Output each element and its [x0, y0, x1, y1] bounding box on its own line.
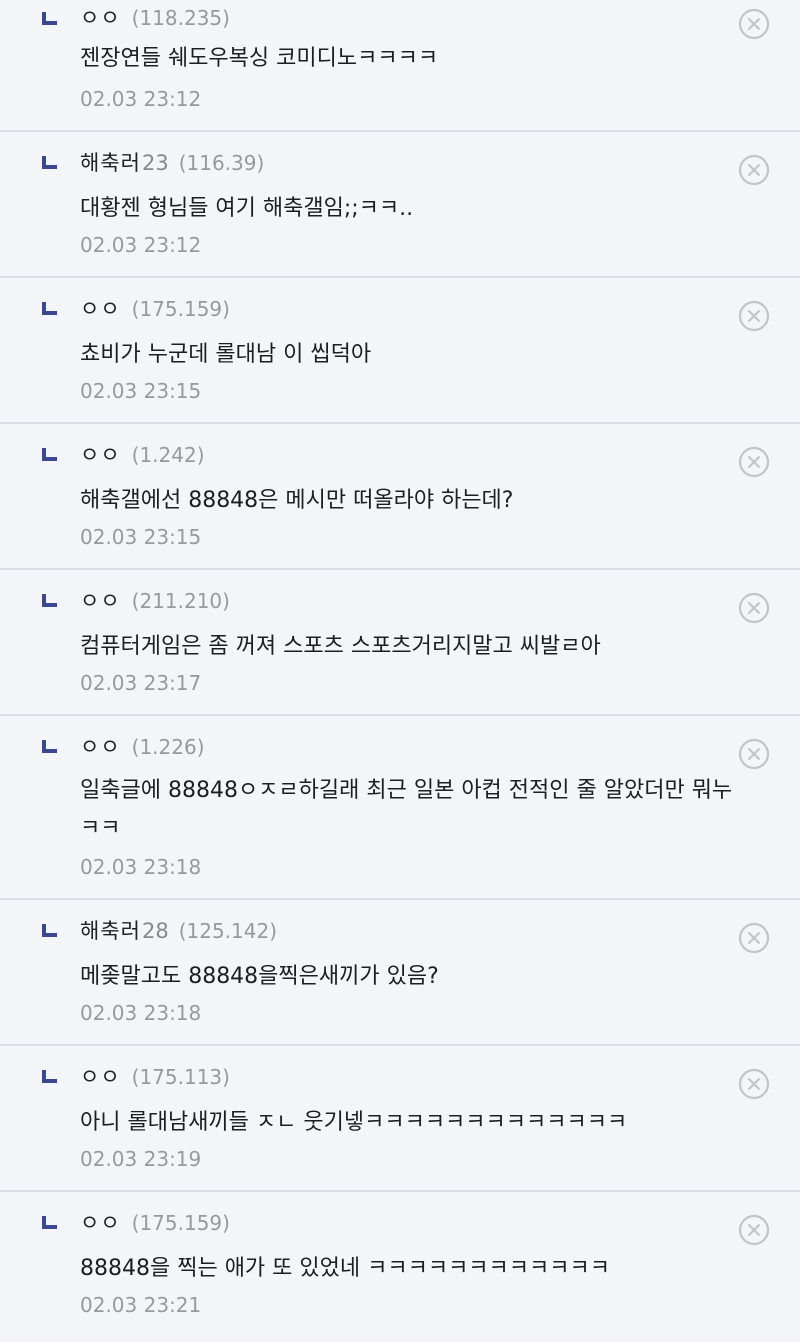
reply-arrow-icon [40, 736, 60, 756]
nickname[interactable]: ㅇㅇ [80, 589, 121, 613]
comment-text: 컴퓨터게임은 좀 꺼져 스포츠 스포츠거리지말고 씨발ㄹ아 [80, 634, 601, 659]
comment-item: ㅇㅇ (175.159) 88848을 찍는 애가 또 있었네 ㅋㅋㅋㅋㅋㅋㅋㅋㅋ… [0, 1192, 800, 1342]
nickname[interactable]: ㅇㅇ [80, 1065, 121, 1089]
delete-icon[interactable] [738, 922, 770, 954]
ip-address: (211.210) [131, 589, 230, 613]
comment-date: 02.03 23:17 [80, 671, 202, 695]
comment-list: ㅇㅇ (118.235) 젠장연들 쉐도우복싱 코미디노ㅋㅋㅋㅋ 02.03 23… [0, 0, 800, 1329]
delete-icon[interactable] [738, 1068, 770, 1100]
reply-arrow-icon [40, 920, 60, 940]
nickname-number: 28 [141, 919, 169, 943]
comment-date: 02.03 23:12 [80, 87, 202, 111]
delete-icon[interactable] [738, 592, 770, 624]
reply-arrow-icon [40, 152, 60, 172]
reply-arrow-icon [40, 1212, 60, 1232]
comment-meta: ㅇㅇ (175.113) [80, 1063, 230, 1091]
ip-address: (118.235) [131, 6, 230, 30]
delete-icon[interactable] [738, 8, 770, 40]
comment-item: ㅇㅇ (175.113) 아니 롤대남새끼들 ㅈㄴ 웃기넿ㅋㅋㅋㅋㅋㅋㅋㅋㅋㅋㅋㅋ… [0, 1046, 800, 1192]
nickname-number: 23 [141, 151, 169, 175]
comment-text: 젠장연들 쉐도우복싱 코미디노ㅋㅋㅋㅋ [80, 46, 439, 71]
reply-arrow-icon [40, 298, 60, 318]
delete-icon[interactable] [738, 154, 770, 186]
comment-meta: ㅇㅇ (211.210) [80, 587, 230, 615]
reply-arrow-icon [40, 444, 60, 464]
ip-address: (175.113) [131, 1065, 230, 1089]
comment-meta: ㅇㅇ (118.235) [80, 4, 230, 32]
delete-icon[interactable] [738, 1214, 770, 1246]
nickname[interactable]: ㅇㅇ [80, 297, 121, 321]
comment-date: 02.03 23:19 [80, 1147, 202, 1171]
comment-item: ㅇㅇ (211.210) 컴퓨터게임은 좀 꺼져 스포츠 스포츠거리지말고 씨발ㄹ… [0, 570, 800, 716]
delete-icon[interactable] [738, 738, 770, 770]
comment-text: 쵸비가 누군데 롤대남 이 씹덕아 [80, 342, 372, 367]
comment-date: 02.03 23:12 [80, 233, 202, 257]
nickname[interactable]: ㅇㅇ [80, 735, 121, 759]
comment-date: 02.03 23:18 [80, 1001, 202, 1025]
comment-meta: ㅇㅇ (175.159) [80, 1209, 230, 1237]
nickname[interactable]: 해축러 [80, 151, 141, 175]
ip-address: (116.39) [178, 151, 265, 175]
comment-meta: ㅇㅇ (175.159) [80, 295, 230, 323]
nickname[interactable]: 해축러 [80, 919, 141, 943]
comment-date: 02.03 23:15 [80, 379, 202, 403]
comment-text: 아니 롤대남새끼들 ㅈㄴ 웃기넿ㅋㅋㅋㅋㅋㅋㅋㅋㅋㅋㅋㅋㅋ [80, 1110, 628, 1135]
comment-meta: ㅇㅇ (1.242) [80, 441, 205, 469]
ip-address: (175.159) [131, 1211, 230, 1235]
nickname[interactable]: ㅇㅇ [80, 443, 121, 467]
comment-date: 02.03 23:15 [80, 525, 202, 549]
ip-address: (1.242) [131, 443, 205, 467]
ip-address: (175.159) [131, 297, 230, 321]
comment-meta: 해축러28 (125.142) [80, 917, 277, 945]
ip-address: (1.226) [131, 735, 205, 759]
delete-icon[interactable] [738, 300, 770, 332]
comment-item: 해축러23 (116.39) 대황젠 형님들 여기 해축갤임;;ㅋㅋ.. 02.0… [0, 132, 800, 278]
ip-address: (125.142) [178, 919, 278, 943]
comment-text: 88848을 찍는 애가 또 있었네 ㅋㅋㅋㅋㅋㅋㅋㅋㅋㅋㅋㅋ [80, 1256, 610, 1281]
comment-item: ㅇㅇ (118.235) 젠장연들 쉐도우복싱 코미디노ㅋㅋㅋㅋ 02.03 23… [0, 0, 800, 132]
nickname[interactable]: ㅇㅇ [80, 1211, 121, 1235]
nickname[interactable]: ㅇㅇ [80, 6, 121, 30]
reply-arrow-icon [40, 590, 60, 610]
comment-item: ㅇㅇ (1.242) 해축갤에선 88848은 메시만 떠올라야 하는데? 02.… [0, 424, 800, 570]
comment-item: 해축러28 (125.142) 메좆말고도 88848을찍은새끼가 있음? 02.… [0, 900, 800, 1046]
comment-text: 해축갤에선 88848은 메시만 떠올라야 하는데? [80, 488, 514, 513]
comment-text: 일축글에 88848ㅇㅈㄹ하길래 최근 일본 아컵 전적인 줄 알았더만 뭐누 … [80, 778, 733, 841]
reply-arrow-icon [40, 1066, 60, 1086]
comment-meta: ㅇㅇ (1.226) [80, 733, 205, 761]
delete-icon[interactable] [738, 446, 770, 478]
comment-date: 02.03 23:18 [80, 855, 202, 879]
comment-item: ㅇㅇ (1.226) 일축글에 88848ㅇㅈㄹ하길래 최근 일본 아컵 전적인 … [0, 716, 800, 900]
comment-meta: 해축러23 (116.39) [80, 149, 264, 177]
comment-text: 메좆말고도 88848을찍은새끼가 있음? [80, 964, 439, 989]
comment-text: 대황젠 형님들 여기 해축갤임;;ㅋㅋ.. [80, 196, 414, 221]
reply-arrow-icon [40, 8, 60, 28]
comment-date: 02.03 23:21 [80, 1293, 202, 1317]
comment-item: ㅇㅇ (175.159) 쵸비가 누군데 롤대남 이 씹덕아 02.03 23:1… [0, 278, 800, 424]
